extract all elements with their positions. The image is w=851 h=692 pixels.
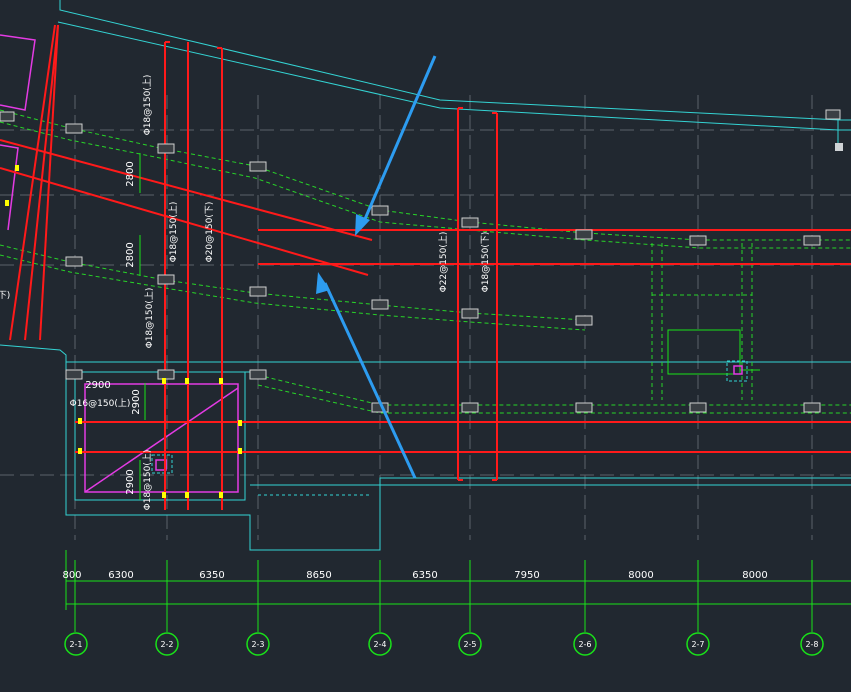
axis-label: 2-6 (578, 640, 591, 649)
axis-label: 2-4 (373, 640, 386, 649)
span-dimension-label: 8000 (742, 570, 767, 581)
rebar-label: Φ18@150(上) (142, 75, 153, 136)
rebar-label: 下) (0, 291, 10, 301)
axis-label: 2-2 (160, 640, 173, 649)
span-dimension-label: 6350 (412, 570, 437, 581)
local-dimension-label: 2800 (125, 161, 136, 186)
local-dimension-label: 2800 (125, 242, 136, 267)
span-dimension-label: 6350 (199, 570, 224, 581)
local-dimension-label: 2900 (131, 389, 142, 414)
rebar-label: Φ20@150(下) (205, 202, 215, 263)
axis-label: 2-3 (251, 640, 264, 649)
rebar-label: Φ16@150(上) (70, 398, 131, 409)
span-dimension-label: 800 (62, 570, 81, 581)
rebar-label: Φ18@150(上) (144, 288, 155, 349)
local-dimension-label: 2900 (125, 469, 136, 494)
axis-label: 2-5 (463, 640, 476, 649)
rebar-label: Φ18@150(下) (481, 232, 491, 293)
axis-label: 2-7 (691, 640, 704, 649)
span-dimension-label: 8650 (306, 570, 331, 581)
cad-drawing-canvas[interactable]: Φ18@150(上) Φ18@150(上) Φ20@150(下) Φ18@150(上)… (0, 0, 851, 692)
rebar-label: Φ18@150(上) (168, 202, 179, 263)
rebar-label: Φ18@150(上) (142, 450, 153, 511)
span-dimension-label: 8000 (628, 570, 653, 581)
rebar-label: Φ22@150(上) (438, 232, 449, 293)
axis-label: 2-8 (805, 640, 818, 649)
local-dimension-label: 2900 (85, 380, 110, 391)
span-dimension-label: 6300 (108, 570, 133, 581)
span-dimension-label: 7950 (514, 570, 539, 581)
drawing-background (0, 0, 851, 692)
axis-label: 2-1 (69, 640, 82, 649)
